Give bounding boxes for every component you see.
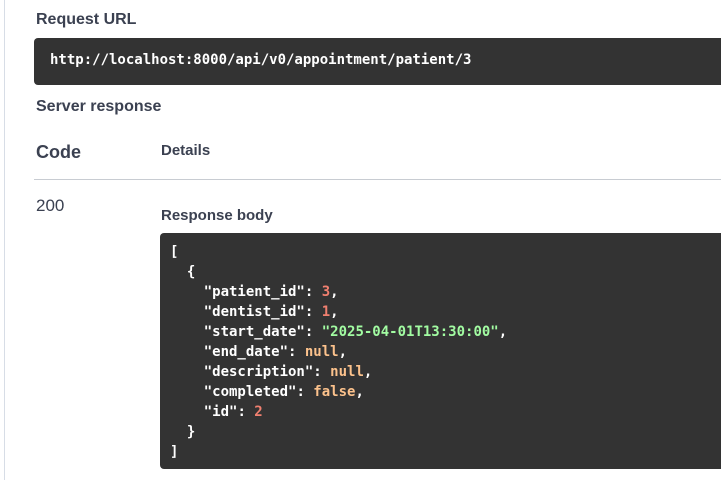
json-value: null — [330, 364, 364, 380]
json-close-bracket: ] — [170, 444, 179, 460]
json-close-brace-line: } — [170, 422, 721, 442]
json-key: "description" — [203, 364, 314, 380]
json-open-bracket-line: [ — [170, 242, 721, 262]
json-key: "id" — [203, 404, 238, 420]
json-key: "patient_id" — [203, 284, 305, 300]
json-close-bracket-line: ] — [170, 442, 721, 462]
json-field-line: "patient_id": 3, — [203, 284, 339, 300]
json-key: "completed" — [203, 384, 297, 400]
table-header-divider — [34, 179, 721, 180]
json-open-brace-line: { — [170, 262, 721, 282]
json-value: 1 — [321, 304, 331, 320]
json-field-line: "end_date": null, — [203, 344, 348, 360]
request-url-label: Request URL — [36, 11, 137, 28]
json-field-line: "id": 2 — [203, 404, 263, 420]
response-body-box[interactable]: [ { "patient_id": 3, "dentist_id": 1, "s… — [160, 233, 721, 469]
json-open-brace: { — [186, 264, 196, 280]
json-value: 2 — [254, 404, 263, 420]
code-column-header: Code — [36, 142, 81, 162]
json-key: "end_date" — [203, 344, 289, 360]
response-body-label: Response body — [161, 207, 273, 224]
json-open-bracket: [ — [170, 244, 179, 260]
json-key: "start_date" — [203, 324, 305, 340]
request-url-value[interactable]: http://localhost:8000/api/v0/appointment… — [50, 52, 718, 68]
json-field-line: "completed": false, — [203, 384, 364, 400]
json-value: null — [304, 344, 339, 360]
server-response-label: Server response — [36, 98, 162, 115]
response-status-code: 200 — [36, 196, 65, 215]
json-field-line: "dentist_id": 1, — [203, 304, 339, 320]
json-fields: "patient_id": 3, "dentist_id": 1, "start… — [170, 282, 721, 422]
json-value: 3 — [321, 284, 331, 300]
details-column-header: Details — [161, 142, 211, 159]
json-close-brace: } — [186, 424, 196, 440]
json-key: "dentist_id" — [203, 304, 305, 320]
json-field-line: "description": null, — [203, 364, 373, 380]
json-field-line: "start_date": "2025-04-01T13:30:00", — [203, 324, 508, 340]
request-url-box: http://localhost:8000/api/v0/appointment… — [34, 38, 721, 85]
json-value: false — [313, 384, 356, 400]
left-border — [4, 0, 5, 480]
json-value: "2025-04-01T13:30:00" — [321, 324, 499, 340]
